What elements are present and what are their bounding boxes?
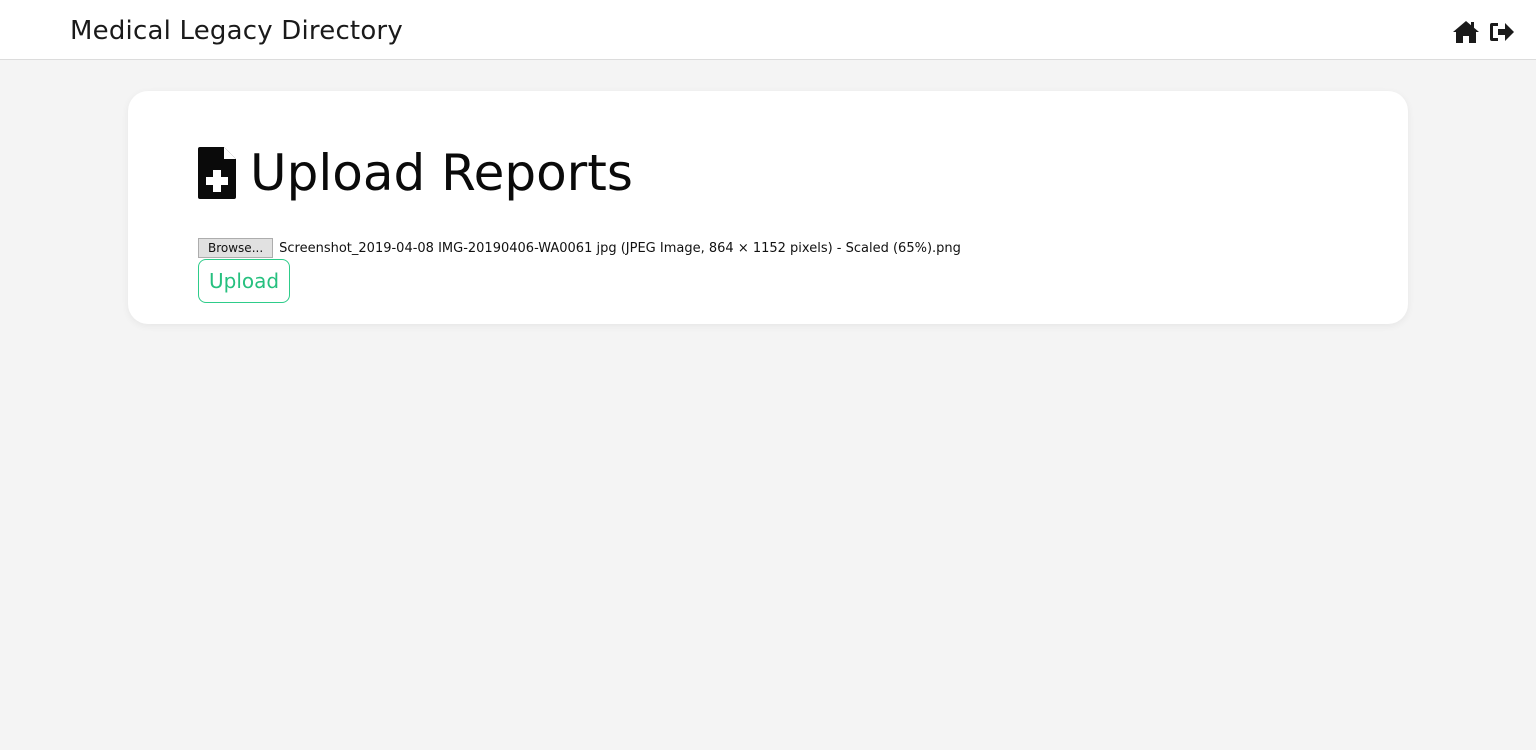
home-icon[interactable] (1452, 19, 1480, 45)
page-title: Upload Reports (250, 144, 633, 202)
upload-button[interactable]: Upload (198, 259, 291, 303)
top-navbar: Medical Legacy Directory (0, 0, 1536, 60)
selected-file-name: Screenshot_2019-04-08 IMG-20190406-WA006… (279, 240, 961, 256)
file-medical-icon (198, 147, 238, 199)
upload-card: Upload Reports Browse... Screenshot_2019… (128, 91, 1408, 324)
nav-icons (1452, 19, 1516, 45)
app-title[interactable]: Medical Legacy Directory (70, 16, 403, 46)
browse-button[interactable]: Browse... (198, 238, 274, 258)
sign-out-icon[interactable] (1488, 19, 1516, 45)
file-input: Browse... Screenshot_2019-04-08 IMG-2019… (198, 238, 961, 258)
page-heading: Upload Reports (198, 145, 633, 201)
